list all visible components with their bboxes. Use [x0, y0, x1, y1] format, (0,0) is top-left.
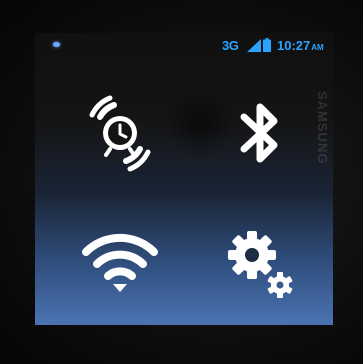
bluetooth-tile[interactable] [205, 83, 315, 183]
signal-strength-icon [247, 39, 261, 52]
clock-ampm: AM [311, 43, 324, 52]
device-frame: 3G 10:27AM SAMSUNG [0, 0, 363, 364]
status-bar: 3G 10:27AM [35, 33, 333, 61]
bezel-reflection-text: SAMSUNG [315, 91, 330, 165]
clock-time: 10:27 [277, 38, 311, 53]
battery-icon [263, 38, 271, 52]
alarm-tile[interactable] [65, 83, 175, 183]
network-type-label: 3G [222, 38, 239, 53]
screen: 3G 10:27AM SAMSUNG [35, 33, 333, 325]
settings-tile[interactable] [205, 213, 315, 313]
wifi-tile[interactable] [65, 213, 175, 313]
notification-dot-icon [53, 42, 60, 47]
gears-icon [228, 231, 293, 298]
wifi-icon [82, 233, 158, 292]
alarm-clock-ringing-icon [89, 95, 151, 172]
clock: 10:27AM [277, 38, 324, 53]
bluetooth-icon [240, 103, 278, 163]
